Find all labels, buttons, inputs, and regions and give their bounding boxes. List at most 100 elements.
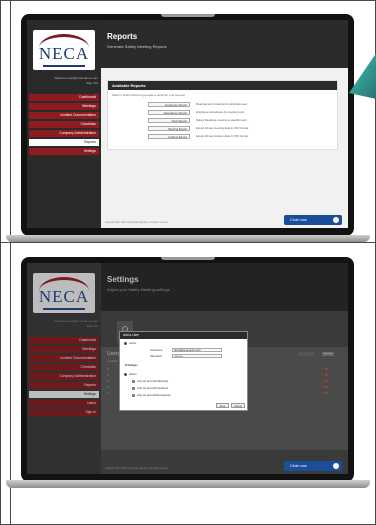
sidebar-item-sign-in[interactable]: Sign In xyxy=(29,409,99,416)
sidebar-item-meetings[interactable]: Meetings xyxy=(29,103,99,110)
option-label-2: Can set and edit Employees xyxy=(137,394,171,397)
cancel-button[interactable]: Cancel xyxy=(231,403,245,408)
section-divider xyxy=(0,242,376,243)
sign-out-link[interactable]: Sign Out xyxy=(86,81,98,85)
sidebar-item-checklists[interactable]: Checklists xyxy=(29,121,99,128)
logo-underline xyxy=(43,65,85,67)
sidebar: NECA Welcome user@neca-demo.com Sign Out… xyxy=(27,263,101,474)
sidebar-item-company-administration[interactable]: Company Administration xyxy=(29,130,99,137)
available-reports-panel: Available Reports Select a button below … xyxy=(107,80,338,150)
option-label-1: Can set and edit Incidents xyxy=(137,387,169,390)
logo-text: NECA xyxy=(38,287,90,306)
add-user-modal: Add a User Active Username demo@neca-dem… xyxy=(119,331,248,411)
sidebar-item-dashboard[interactable]: Dashboard xyxy=(29,337,99,344)
left-rule-top xyxy=(10,0,11,525)
page-subtitle: Adjust your Safety Meeting settings xyxy=(107,287,170,292)
report-description: Safety Meetings covering a specific topi… xyxy=(196,118,247,122)
report-row: Meeting Export Export All raw meeting dat… xyxy=(108,124,337,132)
privileges-label: Privileges xyxy=(125,364,138,367)
sidebar: NECA Welcome user@neca-demo.com Sign Out… xyxy=(27,20,101,228)
save-button[interactable]: Save xyxy=(216,403,229,408)
password-label: Password xyxy=(150,355,162,358)
user-row-actions[interactable]: ✎ ✖ xyxy=(321,379,328,383)
report-description: Meetings and Incidents for all Employees xyxy=(196,102,247,106)
option-label-0: Can set and edit Meetings xyxy=(137,380,169,383)
laptop-base-2 xyxy=(6,480,370,488)
user-active-check-icon: ✔ xyxy=(107,373,110,377)
footer-copyright: Copyright 2017 NECA Safety Meeting App. … xyxy=(105,468,169,470)
password-input[interactable]: •••••••••• xyxy=(172,354,222,358)
sidebar-item-reports[interactable]: Reports xyxy=(29,382,99,389)
sidebar-menu: Dashboard Meetings Incident Documentation C… xyxy=(29,94,99,157)
report-button[interactable]: Employee Report xyxy=(148,101,190,107)
username-input[interactable]: demo@neca-demo.com xyxy=(172,348,222,352)
sidebar-item-meetings[interactable]: Meetings xyxy=(29,346,99,353)
active-label: Active xyxy=(129,342,137,345)
report-row: Topic Report Safety Meetings covering a s… xyxy=(108,116,337,124)
report-button[interactable]: Topic Report xyxy=(148,117,190,123)
report-list: Employee Report Meetings and Incidents fo… xyxy=(108,100,337,140)
panel-intro: Select a button below to generate a repo… xyxy=(112,93,185,97)
active-radio[interactable] xyxy=(124,342,127,345)
panel-title: Available Reports xyxy=(108,81,337,90)
option-radio-0[interactable] xyxy=(132,380,135,383)
sidebar-item-company-administration[interactable]: Company Administration xyxy=(29,373,99,380)
report-button[interactable]: Meeting Export xyxy=(148,125,190,131)
laptop-base-1 xyxy=(6,235,370,242)
camera-notch xyxy=(160,257,215,260)
user-row-actions[interactable]: ✎ ✖ xyxy=(321,391,328,395)
welcome-text: Welcome user@neca-demo.com xyxy=(54,76,98,80)
page-header: Reports Generate Safety Meeting Reports xyxy=(101,20,348,68)
report-row: Employee Report Meetings and Incidents fo… xyxy=(108,100,337,108)
sidebar-item-dashboard[interactable]: Dashboard xyxy=(29,94,99,101)
main-content: Reports Generate Safety Meeting Reports … xyxy=(101,20,348,228)
footer-copyright: Copyright 2017 NECA Safety Meeting App. … xyxy=(105,222,169,224)
laptop-reports: NECA Welcome user@neca-demo.com Sign Out… xyxy=(21,14,354,236)
page-subtitle: Generate Safety Meeting Reports xyxy=(107,44,167,49)
neca-logo[interactable]: NECA xyxy=(33,30,95,70)
report-description: Export All raw incident data in CSV form… xyxy=(196,134,248,138)
camera-notch xyxy=(160,14,215,17)
signed-in-text: Welcome user@neca-demo.com Sign Out xyxy=(30,76,98,86)
logo-text: NECA xyxy=(38,44,90,63)
add-user-label: Add User xyxy=(323,353,333,355)
admin-radio[interactable] xyxy=(124,373,127,376)
user-row-actions[interactable]: ✎ ✖ xyxy=(321,373,328,377)
sidebar-item-settings[interactable]: Settings xyxy=(29,391,99,398)
user-active-check-icon: ✔ xyxy=(107,391,110,395)
sidebar-item-reports[interactable]: Reports xyxy=(29,139,99,146)
user-row-actions[interactable]: ✎ ✖ xyxy=(321,385,328,389)
report-row: Attendance Report Employee Attendance by … xyxy=(108,108,337,116)
report-button[interactable]: Attendance Report xyxy=(148,109,190,115)
chat-now-button[interactable]: Chat now xyxy=(284,215,342,225)
report-description: Export All raw meeting data in CSV forma… xyxy=(196,126,249,130)
username-label: Username xyxy=(150,349,163,352)
sidebar-item-settings[interactable]: Settings xyxy=(29,148,99,155)
add-user-button[interactable]: Add User xyxy=(322,352,334,356)
neca-logo[interactable]: NECA xyxy=(33,273,95,313)
option-radio-1[interactable] xyxy=(132,387,135,390)
user-active-check-icon: ✔ xyxy=(107,379,110,383)
chat-label: Chat now xyxy=(290,463,307,468)
settings-screen: NECA Welcome user@neca-demo.com Sign Out… xyxy=(27,263,348,474)
page-header: Settings Adjust your Safety Meeting sett… xyxy=(101,263,348,311)
sidebar-item-checklists[interactable]: Checklists xyxy=(29,364,99,371)
option-radio-2[interactable] xyxy=(132,394,135,397)
user-active-check-icon: ✔ xyxy=(107,367,110,371)
chat-bubble-icon xyxy=(333,463,339,469)
user-active-check-icon: ✔ xyxy=(107,385,110,389)
sidebar-item-incident-documentation[interactable]: Incident Documentation xyxy=(29,355,99,362)
signed-in-text: Welcome user@neca-demo.com Sign Out xyxy=(30,319,98,329)
sign-out-link[interactable]: Sign Out xyxy=(86,324,98,328)
page-title: Settings xyxy=(107,275,139,284)
permissions-filter[interactable] xyxy=(298,352,314,356)
report-button[interactable]: Incident Export xyxy=(148,133,190,139)
welcome-text: Welcome user@neca-demo.com xyxy=(54,319,98,323)
report-description: Employee Attendance by meeting topic xyxy=(196,110,245,114)
admin-label: Admin xyxy=(129,373,137,376)
page-title: Reports xyxy=(107,32,138,41)
user-row-actions[interactable]: ✎ ✖ xyxy=(321,367,328,371)
sidebar-item-incident-documentation[interactable]: Incident Documentation xyxy=(29,112,99,119)
sidebar-item-users[interactable]: Users xyxy=(29,400,99,407)
chat-now-button[interactable]: Chat now xyxy=(284,461,342,471)
